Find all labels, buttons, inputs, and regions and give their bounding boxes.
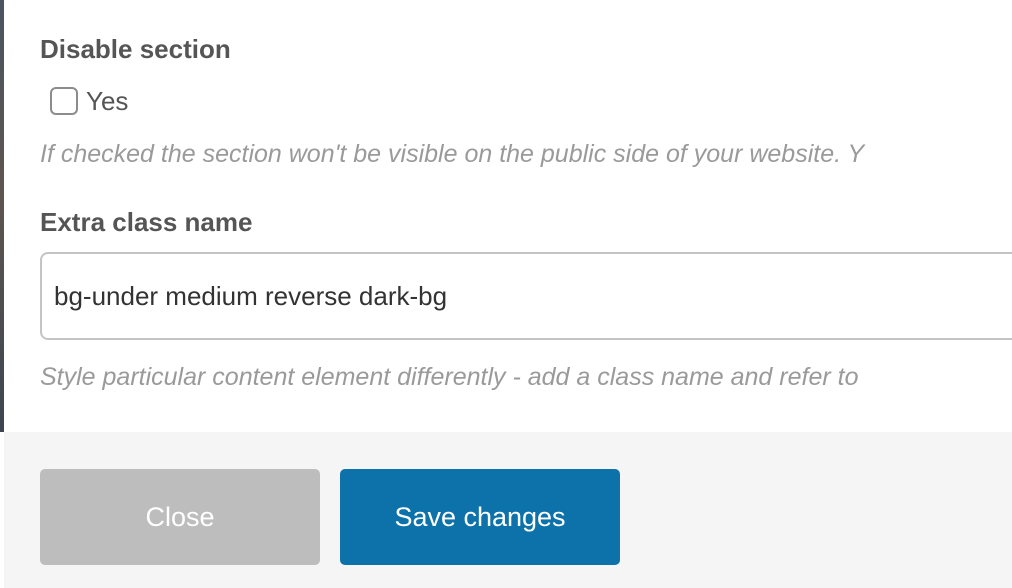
disable-section-checkbox-row[interactable]: Yes — [50, 85, 128, 117]
save-changes-button[interactable]: Save changes — [340, 469, 620, 565]
extra-class-name-label: Extra class name — [40, 207, 253, 237]
dialog-body: Disable section Yes If checked the secti… — [4, 0, 1012, 432]
extra-class-name-input[interactable] — [40, 252, 1012, 340]
disable-section-checkbox-label[interactable]: Yes — [86, 86, 128, 117]
close-button[interactable]: Close — [40, 469, 320, 565]
disable-section-help-text: If checked the section won't be visible … — [40, 140, 865, 168]
extra-class-name-help-text: Style particular content element differe… — [40, 363, 859, 391]
disable-section-checkbox[interactable] — [50, 87, 78, 115]
dialog-footer: Close Save changes — [4, 432, 1012, 588]
disable-section-label: Disable section — [40, 34, 231, 64]
section-settings-dialog: Disable section Yes If checked the secti… — [0, 0, 1012, 588]
